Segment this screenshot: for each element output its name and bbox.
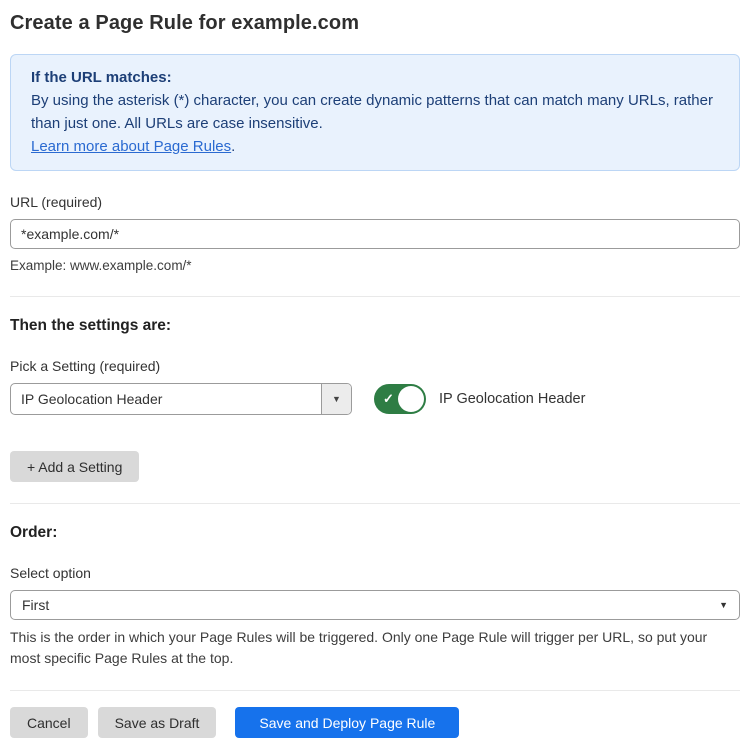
order-select-value: First: [22, 597, 49, 613]
divider: [10, 503, 740, 504]
settings-heading: Then the settings are:: [10, 317, 740, 335]
setting-toggle[interactable]: ✓: [374, 384, 426, 414]
divider: [10, 690, 740, 691]
save-draft-button[interactable]: Save as Draft: [98, 707, 217, 738]
pick-setting-label: Pick a Setting (required): [10, 358, 740, 374]
info-box-body: By using the asterisk (*) character, you…: [31, 89, 719, 135]
toggle-knob: [398, 386, 424, 412]
link-suffix: .: [231, 138, 235, 155]
add-setting-button[interactable]: + Add a Setting: [10, 451, 139, 482]
setting-select[interactable]: IP Geolocation Header ▼: [10, 383, 352, 415]
url-helper-text: Example: www.example.com/*: [10, 256, 740, 275]
order-select[interactable]: First ▼: [10, 590, 740, 620]
check-icon: ✓: [383, 391, 394, 407]
divider: [10, 296, 740, 297]
save-deploy-button[interactable]: Save and Deploy Page Rule: [235, 707, 459, 738]
setting-row: IP Geolocation Header ▼ ✓ IP Geolocation…: [10, 383, 740, 415]
select-option-label: Select option: [10, 565, 740, 581]
info-box-link-line: Learn more about Page Rules.: [31, 135, 719, 158]
create-page-rule-form: Create a Page Rule for example.com If th…: [0, 0, 750, 738]
order-heading: Order:: [10, 524, 740, 542]
chevron-down-icon: ▼: [719, 600, 728, 610]
url-match-info-box: If the URL matches: By using the asteris…: [10, 54, 740, 171]
toggle-label: IP Geolocation Header: [439, 391, 585, 407]
setting-select-value: IP Geolocation Header: [11, 384, 321, 414]
order-helper-text: This is the order in which your Page Rul…: [10, 627, 726, 669]
url-input[interactable]: [10, 219, 740, 249]
chevron-down-icon[interactable]: ▼: [321, 384, 351, 414]
footer-actions: Cancel Save as Draft Save and Deploy Pag…: [10, 707, 740, 738]
url-label: URL (required): [10, 194, 740, 210]
info-box-heading: If the URL matches:: [31, 66, 719, 89]
page-title: Create a Page Rule for example.com: [10, 12, 740, 35]
cancel-button[interactable]: Cancel: [10, 707, 88, 738]
learn-more-link[interactable]: Learn more about Page Rules: [31, 138, 231, 155]
